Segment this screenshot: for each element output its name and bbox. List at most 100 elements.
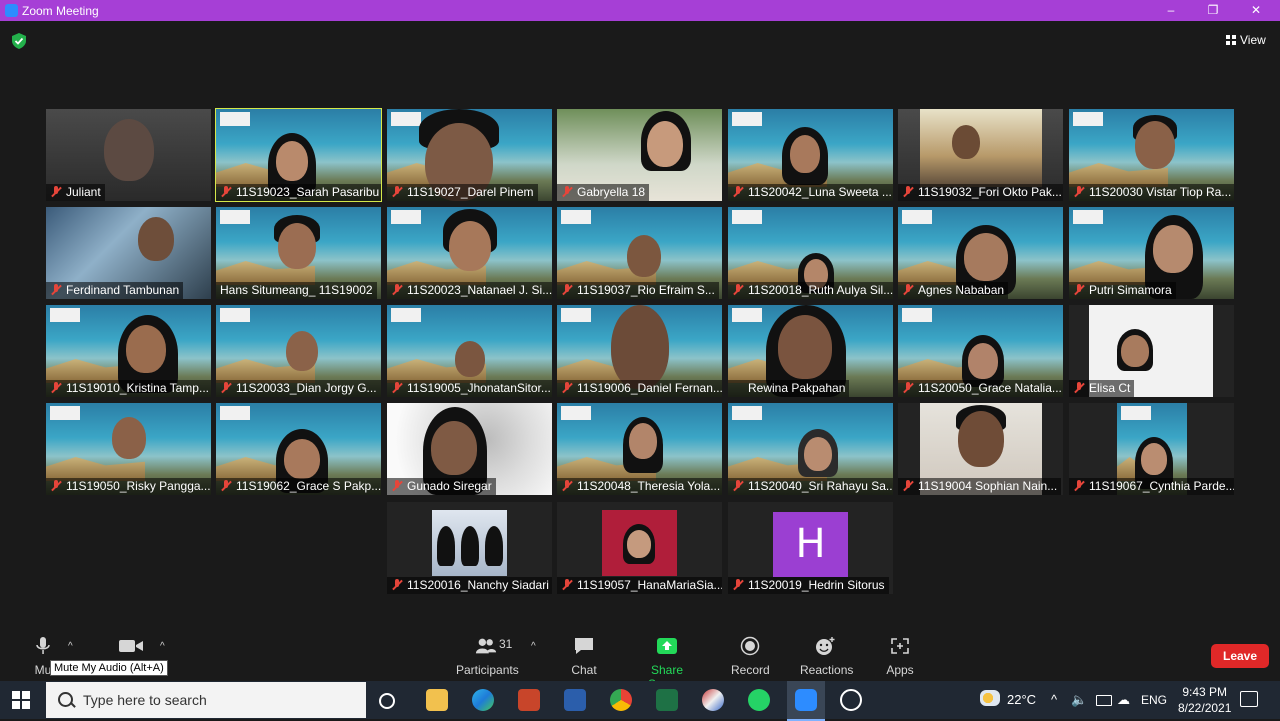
- clock-time: 9:43 PM: [1182, 685, 1228, 699]
- video-tile[interactable]: 11S19032_Fori Okto Pak...: [898, 109, 1063, 201]
- taskbar-search-box[interactable]: Type here to search: [46, 682, 366, 718]
- video-tile[interactable]: 11S20033_Dian Jorgy G...: [216, 305, 381, 397]
- participant-name: 11S19027_Darel Pinem: [387, 184, 538, 201]
- zoom-taskbar-button[interactable]: [787, 681, 825, 721]
- taskbar-clock[interactable]: 9:43 PM 8/22/2021: [1178, 684, 1231, 716]
- video-tile-active-speaker[interactable]: 11S19023_Sarah Pasaribu: [215, 108, 382, 202]
- view-button[interactable]: View: [1226, 33, 1266, 47]
- mic-muted-icon: [1073, 382, 1085, 394]
- video-tile[interactable]: Agnes Nababan: [898, 207, 1063, 299]
- onedrive-cloud-icon[interactable]: ☁: [1117, 692, 1130, 708]
- video-tile[interactable]: 11S20048_Theresia Yola...: [557, 403, 722, 495]
- video-tile[interactable]: 11S19067_Cynthia Parde...: [1069, 403, 1234, 495]
- video-tile[interactable]: Hans Situmeang_ 11S19002: [216, 207, 381, 299]
- weather-cloud-icon[interactable]: [980, 690, 1000, 706]
- notifications-icon[interactable]: [1240, 691, 1258, 707]
- mic-muted-icon: [1073, 480, 1085, 492]
- record-button[interactable]: Record: [731, 636, 770, 677]
- mic-muted-icon: [732, 186, 744, 198]
- profile-face: [627, 530, 651, 558]
- mic-muted-icon: [220, 480, 232, 492]
- audio-options-caret-icon[interactable]: ^: [68, 641, 73, 652]
- leave-button[interactable]: Leave: [1211, 644, 1269, 668]
- share-screen-icon: [657, 638, 677, 654]
- mic-muted-icon: [561, 284, 573, 296]
- video-tile-off[interactable]: 11S20016_Nanchy Siadari: [387, 502, 552, 594]
- video-tile[interactable]: 11S19010_Kristina Tamp...: [46, 305, 211, 397]
- mic-muted-icon: [902, 480, 914, 492]
- edge-browser-icon[interactable]: [472, 689, 494, 711]
- video-tile[interactable]: Ferdinand Tambunan: [46, 207, 211, 299]
- video-tile[interactable]: 11S20050_Grace Natalia...: [898, 305, 1063, 397]
- powerpoint-icon[interactable]: [518, 689, 540, 711]
- chat-button[interactable]: Chat: [571, 636, 597, 677]
- video-tile[interactable]: Elisa Ct: [1069, 305, 1234, 397]
- reactions-button[interactable]: Reactions: [800, 636, 854, 677]
- participant-face: [278, 223, 316, 269]
- participant-name: 11S19010_Kristina Tamp...: [46, 380, 211, 397]
- video-tile[interactable]: 11S20023_Natanael J. Si...: [387, 207, 552, 299]
- video-tile[interactable]: 11S20042_Luna Sweeta ...: [728, 109, 893, 201]
- word-icon[interactable]: [564, 689, 586, 711]
- participant-face: [455, 341, 485, 377]
- apps-icon: [891, 638, 909, 654]
- security-shield-icon[interactable]: [12, 33, 26, 49]
- participant-name: 11S19037_Rio Efraim S...: [557, 282, 719, 299]
- reactions-label: Reactions: [800, 663, 854, 677]
- video-tile[interactable]: Gabryella 18: [557, 109, 722, 201]
- close-button[interactable]: ✕: [1246, 2, 1266, 18]
- participant-face: [790, 135, 820, 173]
- clock-date: 8/22/2021: [1178, 701, 1232, 715]
- video-tile[interactable]: 11S20040_Sri Rahayu Sa...: [728, 403, 893, 495]
- cortana-icon[interactable]: [379, 693, 395, 709]
- video-tile[interactable]: 11S19006_Daniel Fernan...: [557, 305, 722, 397]
- video-tile[interactable]: 11S20030 Vistar Tiop Ra...: [1069, 109, 1234, 201]
- weather-temperature[interactable]: 22°C: [1007, 692, 1036, 707]
- mic-muted-icon: [391, 382, 403, 394]
- minimize-button[interactable]: –: [1161, 2, 1181, 18]
- participants-icon: [475, 638, 497, 654]
- participant-name: 11S19057_HanaMariaSia...: [557, 577, 722, 594]
- participant-name: Hans Situmeang_ 11S19002: [216, 282, 377, 299]
- mic-muted-icon: [220, 382, 232, 394]
- maximize-button[interactable]: ❐: [1203, 2, 1223, 18]
- mic-muted-icon: [1073, 284, 1085, 296]
- apps-button[interactable]: Apps: [886, 636, 914, 677]
- zoom-icon: [795, 689, 817, 711]
- apps-label: Apps: [886, 663, 914, 677]
- video-tile[interactable]: Rewina Pakpahan: [728, 305, 893, 397]
- video-tile[interactable]: 11S19050_Risky Pangga...: [46, 403, 211, 495]
- chrome-icon[interactable]: [610, 689, 632, 711]
- participants-caret-icon[interactable]: ^: [531, 641, 536, 652]
- input-language[interactable]: ENG: [1141, 693, 1167, 707]
- meeting-toolbar: Mu ^ ^ 31 Participants ^ Chat Share Scre…: [0, 631, 1280, 691]
- participant-name: Gunado Siregar: [387, 478, 496, 495]
- video-button[interactable]: [118, 636, 144, 659]
- obs-icon[interactable]: [840, 689, 862, 711]
- microphone-icon: [36, 637, 50, 654]
- show-hidden-icons-chevron-icon[interactable]: ^: [1051, 692, 1057, 707]
- excel-icon[interactable]: [656, 689, 678, 711]
- video-tile-off[interactable]: H 11S20019_Hedrin Sitorus: [728, 502, 893, 594]
- mic-muted-icon: [561, 186, 573, 198]
- video-tile[interactable]: Juliant: [46, 109, 211, 201]
- video-tile[interactable]: Gunado Siregar: [387, 403, 552, 495]
- volume-icon[interactable]: 🔈: [1071, 692, 1087, 708]
- video-tile[interactable]: 11S19062_Grace S Pakp...: [216, 403, 381, 495]
- video-options-caret-icon[interactable]: ^: [160, 641, 165, 652]
- participant-face: [1141, 443, 1167, 475]
- file-explorer-icon[interactable]: [426, 689, 448, 711]
- paint-icon[interactable]: [702, 689, 724, 711]
- participant-name: 11S20016_Nanchy Siadari: [387, 577, 552, 594]
- battery-icon[interactable]: [1096, 695, 1112, 706]
- video-tile[interactable]: 11S19027_Darel Pinem: [387, 109, 552, 201]
- video-tile-off[interactable]: 11S19057_HanaMariaSia...: [557, 502, 722, 594]
- video-tile[interactable]: 11S19005_JhonatanSitor...: [387, 305, 552, 397]
- video-tile[interactable]: 11S20018_Ruth Aulya Sil...: [728, 207, 893, 299]
- video-tile[interactable]: 11S19004 Sophian Nain...: [898, 403, 1063, 495]
- participants-button[interactable]: 31 Participants: [456, 636, 519, 677]
- windows-start-icon[interactable]: [12, 691, 30, 709]
- video-tile[interactable]: Putri Simamora: [1069, 207, 1234, 299]
- whatsapp-icon[interactable]: [748, 689, 770, 711]
- video-tile[interactable]: 11S19037_Rio Efraim S...: [557, 207, 722, 299]
